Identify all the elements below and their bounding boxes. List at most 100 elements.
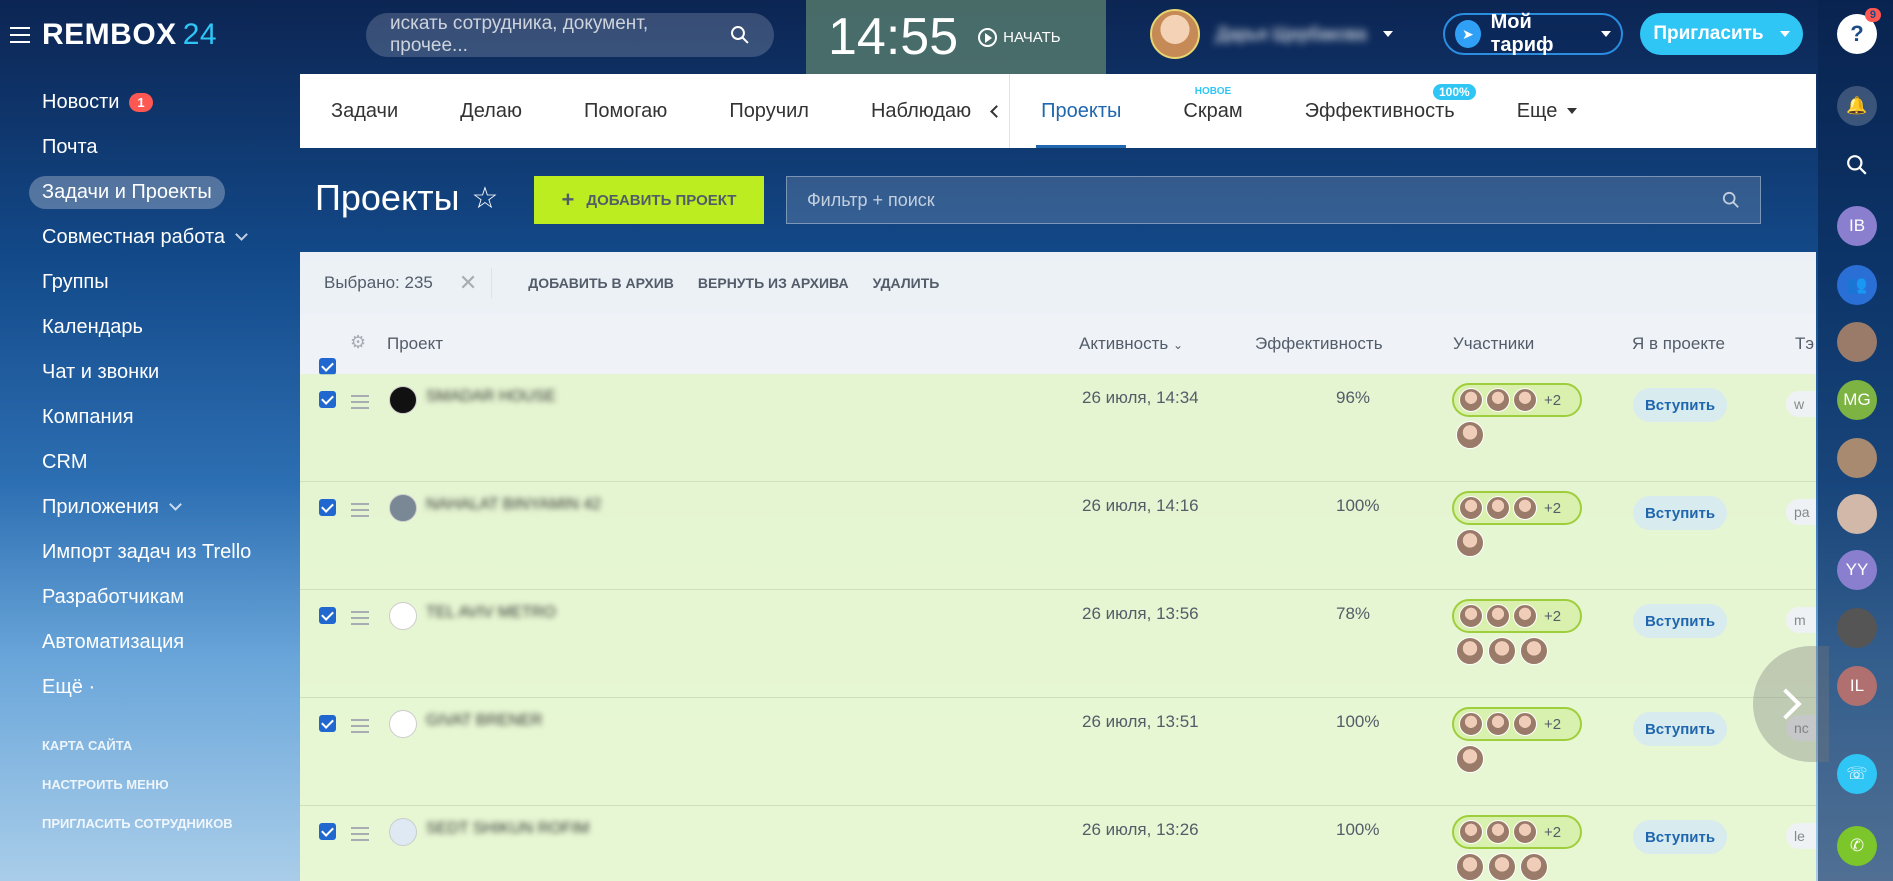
project-name[interactable]: SMADAR HOUSE [426,388,556,406]
project-name[interactable]: NAHALAT BINYAMIN 42 [426,496,601,514]
col-me-in-project[interactable]: Я в проекте [1632,334,1725,354]
tab-watching[interactable]: Наблюдаю [840,74,1002,148]
member-avatar[interactable] [1488,853,1516,881]
col-members[interactable]: Участники [1453,334,1534,354]
bell-icon[interactable]: 🔔 [1837,86,1877,126]
row-checkbox[interactable] [319,499,336,516]
close-icon[interactable]: ✕ [459,270,477,296]
search-icon[interactable] [730,25,750,45]
invite-employees-link[interactable]: ПРИГЛАСИТЬ СОТРУДНИКОВ [42,816,233,855]
start-workday-button[interactable]: НАЧАТЬ [978,27,1061,47]
work-day-clock[interactable]: 14:55 НАЧАТЬ [806,0,1106,74]
sidebar-item-company[interactable]: Компания [0,395,300,440]
members-more-count[interactable]: +2 [1544,824,1561,841]
gear-icon[interactable]: ⚙ [350,332,366,353]
tab-doing[interactable]: Делаю [429,74,553,148]
member-avatar[interactable] [1459,712,1483,736]
member-avatar[interactable] [1456,529,1484,557]
row-checkbox[interactable] [319,823,336,840]
tab-more[interactable]: Еще [1486,74,1609,148]
members-group[interactable]: +2 [1452,815,1582,849]
drag-handle-icon[interactable] [351,827,369,845]
member-avatar[interactable] [1520,853,1548,881]
project-logo[interactable] [389,386,417,414]
members-more-count[interactable]: +2 [1544,392,1561,409]
table-row[interactable]: SMADAR HOUSE 26 июля, 14:34 96% +2 Вступ… [300,374,1816,482]
member-avatar[interactable] [1513,388,1537,412]
sidebar-item-groups[interactable]: Группы [0,260,300,305]
tag-chip[interactable]: w [1786,391,1816,417]
members-more-count[interactable]: +2 [1544,608,1561,625]
col-activity[interactable]: Активность ⌄ [1079,334,1183,354]
project-logo[interactable] [389,710,417,738]
member-avatar[interactable] [1513,712,1537,736]
tag-chip[interactable]: m [1786,607,1816,633]
star-icon[interactable]: ☆ [471,181,498,216]
tab-efficiency[interactable]: 100% Эффективность [1274,74,1486,148]
row-checkbox[interactable] [319,715,336,732]
members-more-count[interactable]: +2 [1544,500,1561,517]
invite-button[interactable]: Пригласить [1640,13,1803,55]
member-avatar[interactable] [1513,604,1537,628]
drag-handle-icon[interactable] [351,395,369,413]
member-avatar[interactable] [1486,712,1510,736]
tab-tasks[interactable]: Задачи [300,74,429,148]
tariff-button[interactable]: ➤ Мой тариф [1443,11,1623,56]
member-avatar[interactable] [1456,853,1484,881]
drag-handle-icon[interactable] [351,503,369,521]
join-button[interactable]: Вступить [1633,388,1727,422]
table-row[interactable]: NAHALAT BINYAMIN 42 26 июля, 14:16 100% … [300,482,1816,590]
project-name[interactable]: TEL AVIV METRO [426,604,556,622]
delete-button[interactable]: УДАЛИТЬ [873,275,940,291]
join-button[interactable]: Вступить [1633,820,1727,854]
user-avatar[interactable] [1150,9,1200,59]
member-avatar[interactable] [1456,745,1484,773]
col-efficiency[interactable]: Эффективность [1255,334,1383,354]
user-name[interactable]: Дарья Щербакова [1216,24,1367,45]
sidebar-item-crm[interactable]: CRM [0,440,300,485]
member-avatar[interactable] [1486,820,1510,844]
drag-handle-icon[interactable] [351,719,369,737]
table-row[interactable]: GIVAT BRENER 26 июля, 13:51 100% +2 Всту… [300,698,1816,806]
telephony-icon[interactable]: ☏ [1837,754,1877,794]
member-avatar[interactable] [1456,421,1484,449]
project-name[interactable]: GIVAT BRENER [426,712,542,730]
table-row[interactable]: SEDT SHIKUN ROFIM 26 июля, 13:26 100% +2… [300,806,1816,881]
members-more-count[interactable]: +2 [1544,716,1561,733]
tab-scrum[interactable]: НОВОЕ Скрам [1152,74,1273,148]
tag-chip[interactable]: pa [1786,499,1816,525]
contact-avatar[interactable] [1837,608,1877,648]
archive-button[interactable]: ДОБАВИТЬ В АРХИВ [528,275,674,291]
contact-avatar[interactable]: IL [1837,666,1877,706]
table-row[interactable]: TEL AVIV METRO 26 июля, 13:56 78% +2 Вст… [300,590,1816,698]
sidebar-item-chat[interactable]: Чат и звонки [0,350,300,395]
project-logo[interactable] [389,602,417,630]
member-avatar[interactable] [1486,388,1510,412]
member-avatar[interactable] [1459,496,1483,520]
row-checkbox[interactable] [319,391,336,408]
chevron-down-icon[interactable] [1382,31,1393,37]
join-button[interactable]: Вступить [1633,496,1727,530]
help-icon[interactable]: ? 9 [1837,8,1881,54]
col-tags[interactable]: Тэ [1795,334,1814,354]
global-search-input[interactable]: искать сотрудника, документ, прочее... [366,13,774,57]
member-avatar[interactable] [1459,604,1483,628]
select-all-checkbox[interactable] [319,357,336,375]
sidebar-item-trello-import[interactable]: Импорт задач из Trello [0,530,300,575]
filter-search-input[interactable]: Фильтр + поиск [786,176,1761,224]
member-avatar[interactable] [1488,637,1516,665]
search-icon[interactable] [1837,145,1877,185]
restore-button[interactable]: ВЕРНУТЬ ИЗ АРХИВА [698,275,849,291]
project-logo[interactable] [389,818,417,846]
sidebar-item-calendar[interactable]: Календарь [0,305,300,350]
user-menu[interactable]: Дарья Щербакова [1150,9,1393,59]
col-project[interactable]: Проект [387,334,443,354]
member-avatar[interactable] [1459,820,1483,844]
sidebar-item-mail[interactable]: Почта [0,125,300,170]
member-avatar[interactable] [1513,820,1537,844]
members-group[interactable]: +2 [1452,707,1582,741]
contact-avatar[interactable]: YY [1837,550,1877,590]
tag-chip[interactable]: le [1786,823,1816,849]
join-button[interactable]: Вступить [1633,712,1727,746]
menu-burger-icon[interactable] [10,27,30,43]
